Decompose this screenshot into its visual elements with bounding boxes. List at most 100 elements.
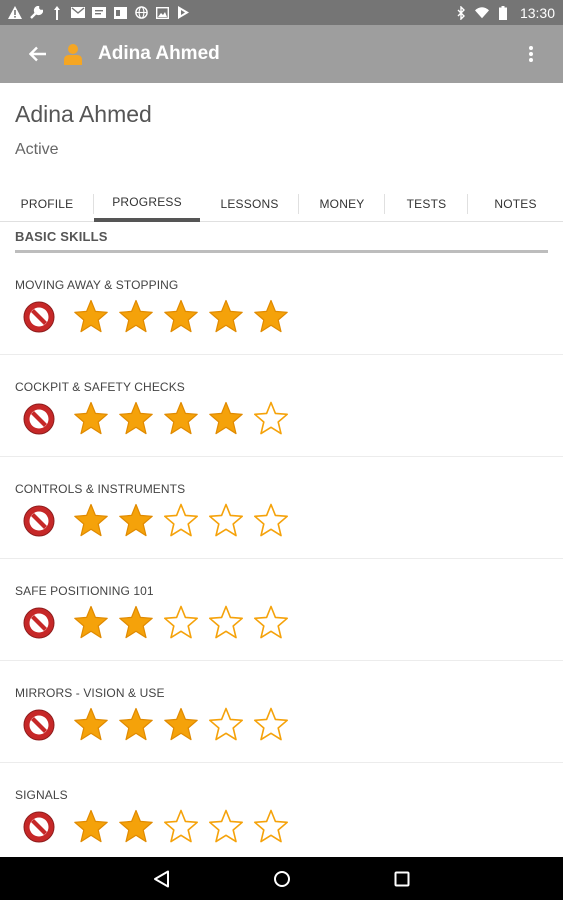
tab-money[interactable]: MONEY [299, 186, 385, 222]
skill-label: CONTROLS & INSTRUMENTS [15, 482, 186, 496]
status-notification-icons [8, 5, 190, 20]
clear-rating-icon[interactable] [20, 400, 58, 438]
star-filled-icon[interactable] [72, 400, 110, 438]
star-filled-icon[interactable] [117, 502, 155, 540]
skill-row: COCKPIT & SAFETY CHECKS [0, 355, 563, 457]
star-filled-icon[interactable] [72, 502, 110, 540]
more-vert-icon [529, 46, 533, 62]
star-rating [72, 706, 290, 744]
star-filled-icon[interactable] [117, 604, 155, 642]
person-icon [62, 43, 84, 65]
student-status: Active [15, 141, 59, 158]
skill-row: SAFE POSITIONING 101 [0, 559, 563, 661]
star-filled-icon[interactable] [252, 298, 290, 336]
star-empty-icon[interactable] [252, 604, 290, 642]
skill-label: MIRRORS - VISION & USE [15, 686, 165, 700]
tab-profile[interactable]: PROFILE [0, 186, 94, 222]
clear-rating-icon[interactable] [20, 604, 58, 642]
tab-label: NOTES [494, 197, 537, 211]
battery-icon [496, 5, 510, 20]
tab-label: TESTS [406, 197, 447, 211]
nav-home-icon [273, 870, 290, 887]
skill-row: CONTROLS & INSTRUMENTS [0, 457, 563, 559]
tab-tests[interactable]: TESTS [385, 186, 468, 222]
tab-progress[interactable]: PROGRESS [94, 186, 200, 222]
skill-row: SIGNALS [0, 763, 563, 857]
skill-rating-controls [20, 502, 290, 540]
skill-label: SIGNALS [15, 788, 68, 802]
star-empty-icon[interactable] [162, 808, 200, 846]
star-rating [72, 400, 290, 438]
star-empty-icon[interactable] [252, 400, 290, 438]
clear-rating-icon[interactable] [20, 502, 58, 540]
tab-label: LESSONS [220, 197, 279, 211]
tab-label: PROFILE [20, 197, 74, 211]
tab-notes[interactable]: NOTES [468, 186, 563, 222]
skill-label: SAFE POSITIONING 101 [15, 584, 154, 598]
clear-rating-icon[interactable] [20, 808, 58, 846]
skill-rating-controls [20, 706, 290, 744]
skill-row: MIRRORS - VISION & USE [0, 661, 563, 763]
star-filled-icon[interactable] [207, 298, 245, 336]
star-empty-icon[interactable] [207, 502, 245, 540]
tab-label: MONEY [319, 197, 365, 211]
nav-recents-button[interactable] [390, 867, 414, 891]
section-title: BASIC SKILLS [15, 229, 108, 244]
navigation-bar [0, 857, 563, 900]
star-rating [72, 298, 290, 336]
tab-label: PROGRESS [112, 195, 182, 209]
star-empty-icon[interactable] [207, 706, 245, 744]
star-empty-icon[interactable] [207, 808, 245, 846]
nav-back-button[interactable] [150, 867, 174, 891]
star-empty-icon[interactable] [252, 808, 290, 846]
star-filled-icon[interactable] [162, 400, 200, 438]
star-empty-icon[interactable] [162, 604, 200, 642]
star-empty-icon[interactable] [162, 502, 200, 540]
star-filled-icon[interactable] [117, 706, 155, 744]
star-filled-icon[interactable] [117, 298, 155, 336]
star-filled-icon[interactable] [117, 400, 155, 438]
star-empty-icon[interactable] [252, 502, 290, 540]
star-filled-icon[interactable] [72, 706, 110, 744]
status-bar: 13:30 [0, 0, 563, 25]
star-empty-icon[interactable] [252, 706, 290, 744]
student-progress-screen: Adina Ahmed Active PROFILE PROGRESS LESS… [0, 83, 563, 857]
student-name: Adina Ahmed [15, 101, 152, 127]
star-rating [72, 604, 290, 642]
back-arrow-icon [29, 46, 46, 62]
skills-list: MOVING AWAY & STOPPING COCKPIT & SAFETY C… [0, 253, 563, 857]
star-filled-icon[interactable] [162, 298, 200, 336]
overflow-menu-button[interactable] [519, 42, 543, 66]
tab-lessons[interactable]: LESSONS [200, 186, 299, 222]
card-icon [113, 6, 127, 20]
app-bar: Adina Ahmed [0, 25, 563, 83]
bluetooth-icon [454, 5, 468, 20]
wrench-icon [29, 5, 43, 20]
tab-bar: PROFILE PROGRESS LESSONS MONEY TESTS NOT… [0, 186, 563, 222]
star-filled-icon[interactable] [72, 808, 110, 846]
star-filled-icon[interactable] [162, 706, 200, 744]
star-empty-icon[interactable] [207, 604, 245, 642]
status-system-icons: 13:30 [454, 5, 555, 21]
skill-rating-controls [20, 400, 290, 438]
email-icon [71, 6, 85, 20]
back-button[interactable] [10, 25, 66, 83]
star-filled-icon[interactable] [207, 400, 245, 438]
skill-rating-controls [20, 808, 290, 846]
star-filled-icon[interactable] [72, 604, 110, 642]
play-store-icon [176, 6, 190, 20]
nav-home-button[interactable] [270, 867, 294, 891]
skill-rating-controls [20, 298, 290, 336]
clock: 13:30 [519, 4, 555, 21]
clear-rating-icon[interactable] [20, 298, 58, 336]
warning-icon [8, 6, 22, 20]
skill-label: MOVING AWAY & STOPPING [15, 278, 179, 292]
clear-rating-icon[interactable] [20, 706, 58, 744]
skill-row: MOVING AWAY & STOPPING [0, 253, 563, 355]
star-filled-icon[interactable] [72, 298, 110, 336]
star-filled-icon[interactable] [117, 808, 155, 846]
image-icon [155, 6, 169, 20]
skill-label: COCKPIT & SAFETY CHECKS [15, 380, 185, 394]
nav-recents-icon [394, 871, 409, 886]
nav-back-icon [153, 870, 169, 887]
